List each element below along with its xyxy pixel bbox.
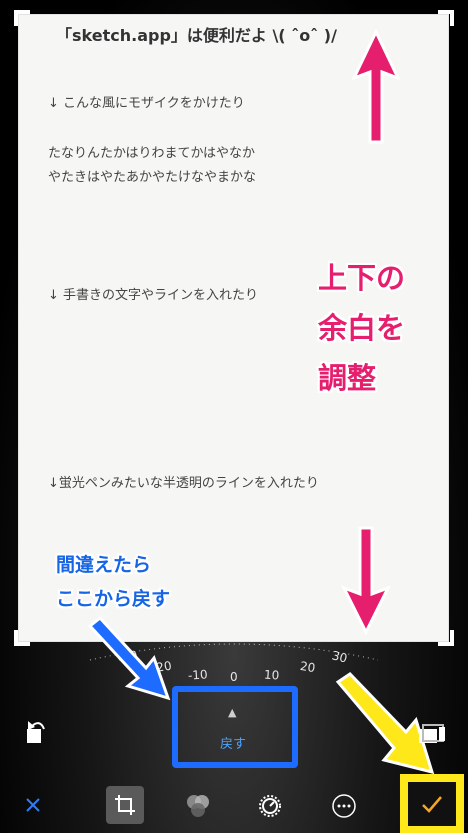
cancel-button[interactable] xyxy=(18,790,48,820)
crop-handle-top-right[interactable] xyxy=(438,10,454,26)
checkmark-icon xyxy=(422,796,442,813)
reset-button[interactable]: 戻す xyxy=(220,733,246,752)
crop-tool-button[interactable] xyxy=(106,786,144,824)
dial-tick: 10 xyxy=(263,667,280,683)
document-line: やたきはやたあかやたけなやまかな xyxy=(48,170,257,185)
close-icon xyxy=(26,798,40,812)
annotation-text: 余白を xyxy=(318,311,406,345)
document-title: 「sketch.app」は便利だよ \( ˆoˆ )/ xyxy=(56,26,337,45)
done-button[interactable] xyxy=(408,782,456,826)
adjust-icon xyxy=(259,795,281,817)
document-line: ↓ 手書きの文字やラインを入れたり xyxy=(48,288,259,303)
dial-tick: 20 xyxy=(298,658,317,676)
photo-editor: 「sketch.app」は便利だよ \( ˆoˆ )/ ↓ こんな風にモザイクを… xyxy=(0,0,468,833)
reset-highlight xyxy=(172,686,298,768)
triangle-up-icon: ▲ xyxy=(228,706,237,719)
document-line: たなりんたかはりわまてかはやなか xyxy=(48,146,255,161)
annotation-text: ここから戻す xyxy=(56,588,171,610)
aspect-ratio-button[interactable] xyxy=(416,720,448,748)
annotation-text: 間違えたら xyxy=(56,554,152,576)
arrow-down-icon xyxy=(340,526,392,636)
dial-tick: 0 xyxy=(230,670,238,684)
annotation-text: 上下の xyxy=(318,261,406,295)
more-icon xyxy=(332,794,356,818)
dial-tick: -10 xyxy=(187,667,209,683)
filters-icon xyxy=(187,795,209,817)
rotate-button[interactable] xyxy=(20,716,52,748)
crop-handle-top-left[interactable] xyxy=(14,10,30,26)
adjust-button[interactable] xyxy=(254,790,286,822)
more-button[interactable] xyxy=(328,790,360,822)
document-line: ↓ こんな風にモザイクをかけたり xyxy=(48,96,245,111)
aspect-ratio-icon xyxy=(419,724,445,743)
filters-button[interactable] xyxy=(182,790,214,822)
annotation-text: 調整 xyxy=(318,361,377,395)
arrow-icon xyxy=(87,616,171,701)
rotate-icon xyxy=(27,721,45,743)
crop-icon xyxy=(115,795,135,815)
arrow-up-icon xyxy=(351,28,401,144)
document-line: ↓蛍光ペンみたいな半透明のラインを入れたり xyxy=(48,476,319,491)
